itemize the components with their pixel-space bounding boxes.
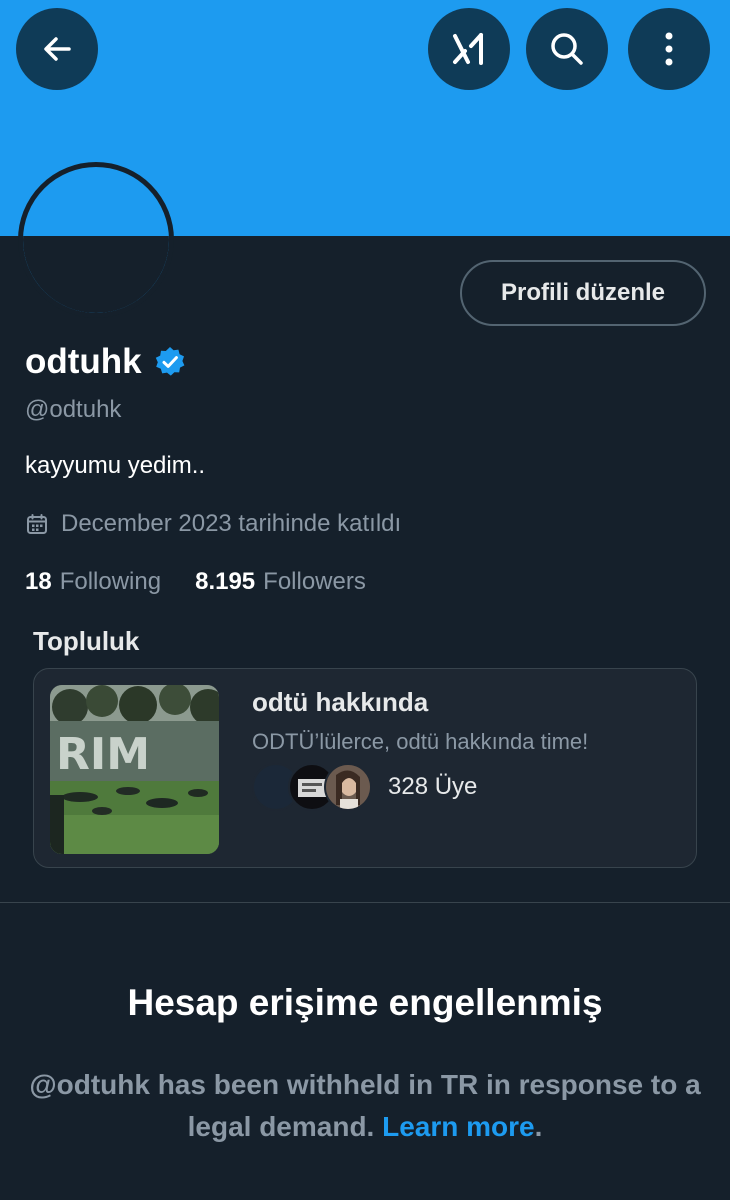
community-members: 328 Üye — [252, 763, 477, 811]
more-vertical-icon — [665, 32, 673, 66]
followers-label[interactable]: Followers — [263, 568, 366, 596]
members-count: 328 Üye — [388, 773, 478, 800]
verified-badge-icon — [155, 347, 185, 376]
calendar-icon — [27, 514, 47, 534]
community-card[interactable]: RIM odtü hakkında ODTÜ’lülerce, odtü hak… — [33, 668, 697, 868]
follow-stats: 18 Following 8.195 Followers — [25, 568, 366, 596]
following-label[interactable]: Following — [60, 568, 161, 596]
search-button[interactable] — [526, 8, 608, 90]
withheld-period: . — [534, 1111, 543, 1142]
community-title[interactable]: odtü hakkında — [252, 687, 428, 718]
arrow-left-icon — [44, 37, 71, 61]
member-avatar — [324, 763, 372, 811]
profile-page: Profili düzenle odtuhk @odtuhk kayyumu y… — [0, 0, 730, 1200]
community-thumbnail: RIM — [50, 685, 219, 854]
profile-bio: kayyumu yedim.. — [25, 452, 206, 479]
username-handle: @odtuhk — [25, 396, 122, 423]
edit-profile-button[interactable]: Profili düzenle — [460, 260, 706, 326]
avatar-placeholder — [23, 236, 169, 313]
grok-button[interactable] — [428, 8, 510, 90]
join-date-row: December 2023 tarihinde katıldı — [25, 510, 401, 538]
svg-text:RIM: RIM — [56, 729, 150, 780]
avatar[interactable] — [18, 162, 174, 318]
followers-count[interactable]: 8.195 — [195, 568, 255, 596]
join-date: December 2023 tarihinde katıldı — [61, 510, 402, 537]
back-button[interactable] — [16, 8, 98, 90]
withheld-notice: @odtuhk has been withheld in TR in respo… — [20, 1064, 710, 1148]
withheld-message: @odtuhk has been withheld in TR in respo… — [29, 1069, 701, 1142]
search-icon — [551, 33, 583, 65]
learn-more-link[interactable]: Learn more — [382, 1111, 535, 1142]
withheld-title: Hesap erişime engellenmiş — [127, 982, 603, 1023]
community-heading: Topluluk — [33, 626, 140, 656]
grok-icon — [453, 33, 483, 65]
more-options-button[interactable] — [628, 8, 710, 90]
community-description: ODTÜ’lülerce, odtü hakkında time! — [252, 729, 589, 754]
following-count[interactable]: 18 — [25, 568, 52, 596]
display-name: odtuhk — [25, 342, 142, 381]
display-name-row: odtuhk — [25, 342, 186, 382]
